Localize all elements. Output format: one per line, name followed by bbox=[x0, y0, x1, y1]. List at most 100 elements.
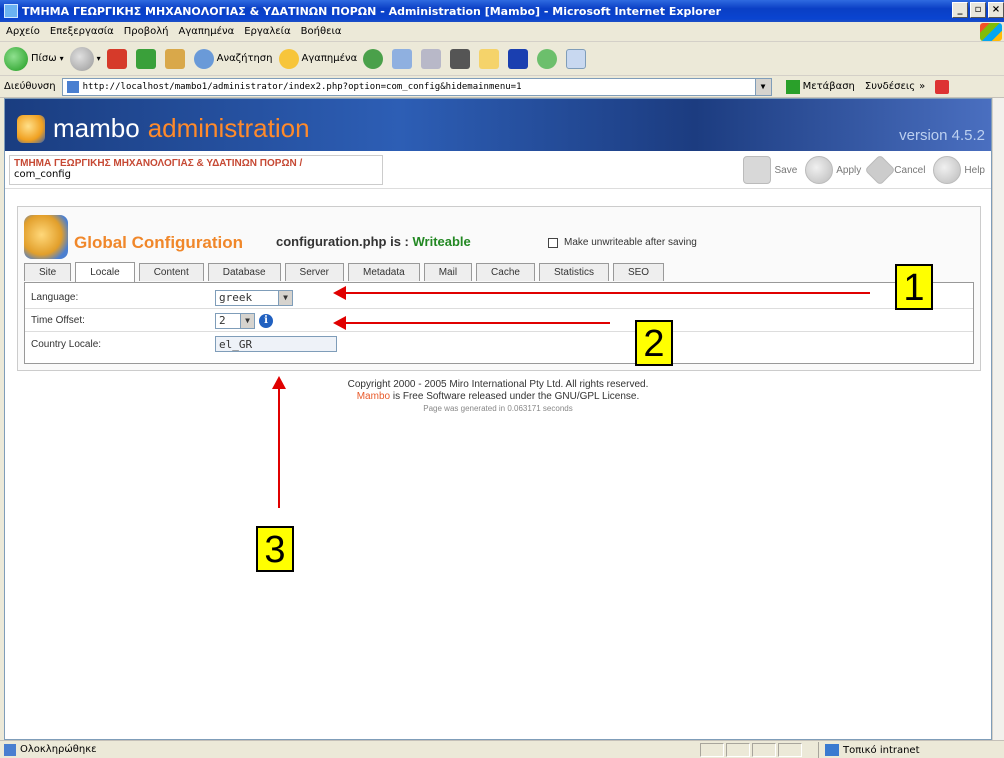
zone-label: Τοπικό intranet bbox=[843, 744, 920, 756]
stop-icon bbox=[106, 48, 127, 69]
apply-check-icon bbox=[805, 156, 834, 184]
apply-label: Apply bbox=[836, 164, 862, 176]
cancel-label: Cancel bbox=[894, 164, 926, 176]
tab-metadata[interactable]: Metadata bbox=[348, 263, 420, 281]
mambo-link[interactable]: Mambo bbox=[357, 391, 390, 402]
breadcrumb-site[interactable]: ΤΜΗΜΑ ΓΕΩΡΓΙΚΗΣ ΜΗΧΑΝΟΛΟΓΙΑΣ & ΥΔΑΤΙΝΩΝ … bbox=[14, 158, 378, 169]
links-more[interactable]: » bbox=[919, 81, 925, 92]
messenger-icon bbox=[537, 48, 558, 69]
acrobat-icon[interactable] bbox=[935, 79, 950, 94]
search-label: Αναζήτηση bbox=[216, 53, 273, 64]
make-unwriteable-checkbox[interactable] bbox=[548, 237, 558, 248]
back-button[interactable]: Πίσω ▾ bbox=[4, 46, 64, 71]
callout-arrow-1 bbox=[333, 286, 870, 300]
help-person-icon bbox=[933, 156, 962, 184]
research-button[interactable] bbox=[566, 48, 589, 69]
go-button[interactable]: Μετάβαση bbox=[785, 79, 855, 94]
chevron-down-icon[interactable]: ▼ bbox=[754, 78, 771, 95]
history-icon bbox=[363, 48, 384, 69]
search-button[interactable]: Αναζήτηση bbox=[193, 48, 273, 69]
chevron-down-icon: ▾ bbox=[59, 54, 64, 63]
config-file-status: configuration.php is : Writeable bbox=[276, 234, 471, 249]
windows-logo-icon bbox=[980, 23, 1002, 41]
tab-site[interactable]: Site bbox=[24, 263, 72, 281]
minimize-button[interactable]: _ bbox=[952, 2, 968, 18]
links-label[interactable]: Συνδέσεις bbox=[865, 81, 915, 92]
history-button[interactable] bbox=[363, 48, 386, 69]
version-label: version 4.5.2 bbox=[899, 127, 985, 144]
print-button[interactable] bbox=[421, 48, 444, 69]
browser-toolbar: Πίσω ▾ ▾ Αναζήτηση Αγαπημένα bbox=[0, 42, 1004, 76]
refresh-icon bbox=[135, 48, 156, 69]
tab-seo[interactable]: SEO bbox=[612, 263, 665, 281]
copyright-text: Copyright 2000 - 2005 Miro International… bbox=[347, 379, 649, 390]
help-button[interactable]: Help bbox=[933, 156, 985, 184]
country-locale-input[interactable]: el_GR bbox=[215, 336, 337, 352]
menu-bar: Αρχείο Επεξεργασία Προβολή Αγαπημένα Εργ… bbox=[0, 22, 1004, 42]
favorites-button[interactable]: Αγαπημένα bbox=[278, 48, 357, 69]
logo-mambo-text: mambo bbox=[53, 113, 140, 143]
breadcrumb: ΤΜΗΜΑ ΓΕΩΡΓΙΚΗΣ ΜΗΧΑΝΟΛΟΓΙΑΣ & ΥΔΑΤΙΝΩΝ … bbox=[9, 155, 383, 185]
info-icon[interactable]: i bbox=[259, 313, 273, 328]
status-text: Ολοκληρώθηκε bbox=[20, 744, 97, 755]
menu-edit[interactable]: Επεξεργασία bbox=[50, 26, 114, 37]
address-input[interactable]: http://localhost/mambo1/administrator/in… bbox=[61, 77, 772, 96]
menu-view[interactable]: Προβολή bbox=[124, 26, 169, 37]
home-button[interactable] bbox=[164, 48, 188, 69]
menu-tools[interactable]: Εργαλεία bbox=[244, 26, 290, 37]
intranet-icon bbox=[825, 744, 839, 756]
refresh-button[interactable] bbox=[135, 48, 159, 69]
tab-database[interactable]: Database bbox=[207, 263, 281, 281]
tab-mail[interactable]: Mail bbox=[423, 263, 473, 281]
vertical-scrollbar[interactable] bbox=[992, 98, 1004, 740]
time-offset-value: 2 bbox=[219, 314, 226, 327]
tab-server[interactable]: Server bbox=[284, 263, 344, 281]
tab-cache[interactable]: Cache bbox=[476, 263, 535, 281]
folder-icon bbox=[479, 48, 500, 69]
generation-time: Page was generated in 0.063171 seconds bbox=[423, 404, 573, 413]
language-row: Language: greek ▼ bbox=[25, 287, 973, 309]
config-header: Global Configuration bbox=[24, 215, 243, 259]
stop-button[interactable] bbox=[106, 48, 130, 69]
print-icon bbox=[421, 48, 442, 69]
help-label: Help bbox=[964, 164, 985, 176]
messenger-button[interactable] bbox=[537, 48, 560, 69]
action-toolbar: Save Apply Cancel Help bbox=[743, 154, 985, 186]
home-icon bbox=[164, 48, 185, 69]
config-tabs: Site Locale Content Database Server Meta… bbox=[24, 262, 668, 282]
language-select[interactable]: greek ▼ bbox=[215, 289, 293, 306]
tab-locale[interactable]: Locale bbox=[75, 262, 135, 282]
status-cell bbox=[778, 743, 802, 757]
back-arrow-icon bbox=[4, 46, 28, 71]
bluetooth-button[interactable] bbox=[508, 48, 531, 69]
back-label: Πίσω bbox=[31, 53, 57, 64]
cancel-button[interactable]: Cancel bbox=[864, 154, 926, 186]
status-cell bbox=[726, 743, 750, 757]
edit-button[interactable] bbox=[450, 48, 473, 69]
mail-button[interactable] bbox=[392, 48, 415, 69]
go-arrow-icon bbox=[785, 79, 800, 94]
tab-statistics[interactable]: Statistics bbox=[538, 263, 609, 281]
folder-button[interactable] bbox=[479, 48, 502, 69]
chevron-down-icon: ▾ bbox=[96, 54, 101, 63]
time-offset-select[interactable]: 2 ▼ bbox=[215, 312, 255, 329]
apply-button[interactable]: Apply bbox=[805, 156, 861, 184]
forward-button[interactable]: ▾ bbox=[69, 46, 101, 71]
address-label: Διεύθυνση bbox=[4, 81, 56, 92]
security-zone: Τοπικό intranet bbox=[818, 742, 1004, 758]
status-bar: Ολοκληρώθηκε Τοπικό intranet bbox=[0, 740, 1004, 758]
mail-icon bbox=[392, 48, 413, 69]
maximize-button[interactable]: ▫ bbox=[970, 2, 986, 18]
menu-help[interactable]: Βοήθεια bbox=[301, 26, 342, 37]
callout-arrow-3 bbox=[272, 376, 286, 508]
tab-content[interactable]: Content bbox=[138, 263, 204, 281]
menu-favorites[interactable]: Αγαπημένα bbox=[179, 26, 235, 37]
license-line: Mambo is Free Software released under th… bbox=[5, 391, 991, 403]
menu-file[interactable]: Αρχείο bbox=[6, 26, 40, 37]
ie-icon bbox=[4, 4, 18, 18]
save-button[interactable]: Save bbox=[743, 156, 797, 184]
make-unwriteable-option[interactable]: Make unwriteable after saving bbox=[548, 237, 697, 248]
chevron-down-icon: ▼ bbox=[278, 290, 292, 305]
close-button[interactable]: × bbox=[988, 2, 1004, 18]
research-icon bbox=[566, 48, 587, 69]
